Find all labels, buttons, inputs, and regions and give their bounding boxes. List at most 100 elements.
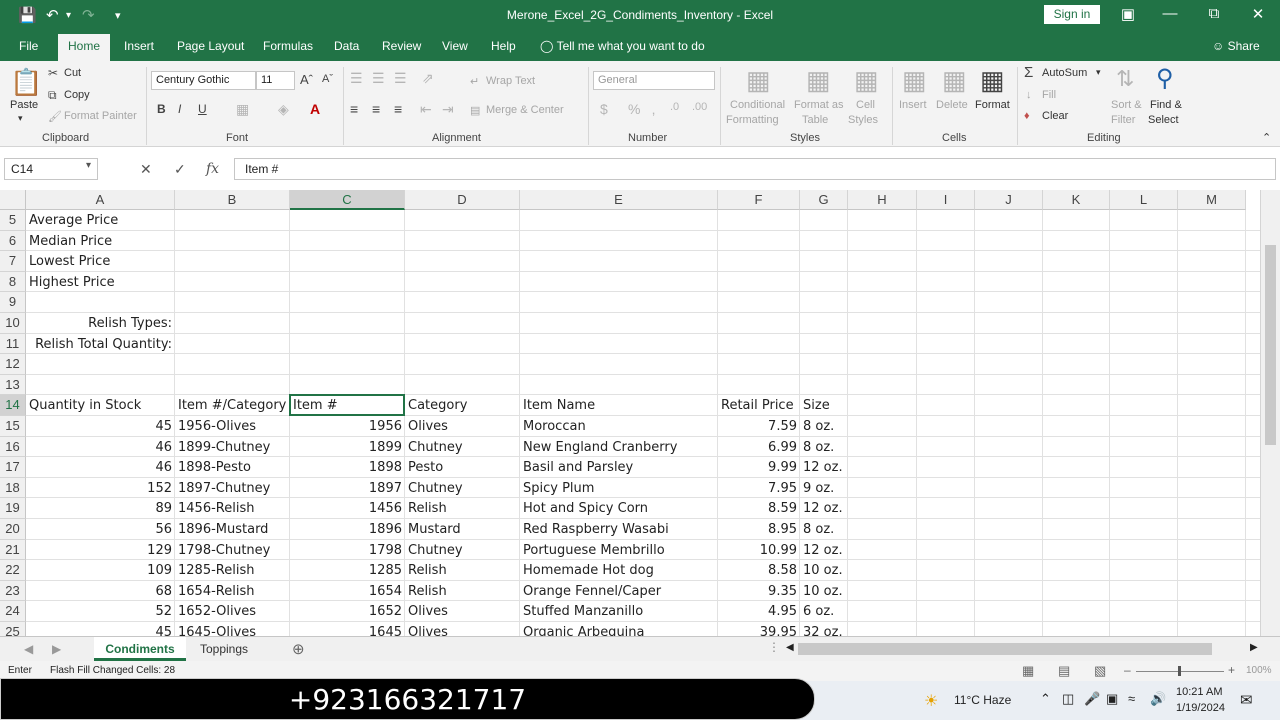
cell-g18[interactable]: 9 oz. bbox=[800, 478, 848, 498]
zoom-slider-handle[interactable] bbox=[1178, 666, 1181, 676]
row-header-22[interactable]: 22 bbox=[0, 560, 26, 581]
column-header-c[interactable]: C bbox=[290, 190, 405, 210]
cell-d16[interactable]: Chutney bbox=[405, 437, 520, 457]
row-header-10[interactable]: 10 bbox=[0, 313, 26, 334]
cell-b24[interactable]: 1652-Olives bbox=[175, 601, 290, 621]
cell-f16[interactable]: 6.99 bbox=[718, 437, 800, 457]
paste-dropdown-icon[interactable]: ▾ bbox=[18, 113, 23, 124]
cell-g22[interactable]: 10 oz. bbox=[800, 560, 848, 580]
cell-g21[interactable]: 12 oz. bbox=[800, 540, 848, 560]
cell-f15[interactable]: 7.59 bbox=[718, 416, 800, 436]
cell-g24[interactable]: 6 oz. bbox=[800, 601, 848, 621]
cell-b19[interactable]: 1456-Relish bbox=[175, 498, 290, 518]
sign-in-button[interactable]: Sign in bbox=[1044, 5, 1100, 24]
row-header-7[interactable]: 7 bbox=[0, 251, 26, 272]
copy-icon[interactable]: ⧉ bbox=[48, 88, 57, 103]
cell-f18[interactable]: 7.95 bbox=[718, 478, 800, 498]
cell-d19[interactable]: Relish bbox=[405, 498, 520, 518]
horizontal-scroll-thumb[interactable] bbox=[798, 643, 1212, 655]
row-header-14[interactable]: 14 bbox=[0, 395, 26, 416]
tell-me-search[interactable]: ◯ Tell me what you want to do bbox=[540, 39, 705, 53]
cell-b21[interactable]: 1798-Chutney bbox=[175, 540, 290, 560]
row-header-15[interactable]: 15 bbox=[0, 416, 26, 437]
cell-c17[interactable]: 1898 bbox=[290, 457, 405, 477]
cell-a22[interactable]: 109 bbox=[26, 560, 175, 580]
name-box[interactable]: C14 bbox=[4, 158, 98, 180]
cell-e16[interactable]: New England Cranberry bbox=[520, 437, 718, 457]
cell-a14[interactable]: Quantity in Stock bbox=[26, 395, 175, 415]
new-sheet-icon[interactable]: ⊕ bbox=[292, 640, 305, 658]
cell-a10[interactable]: Relish Types: bbox=[26, 313, 175, 333]
font-size-select[interactable]: 11 bbox=[256, 71, 295, 90]
device-icon[interactable]: ◫ bbox=[1062, 691, 1074, 707]
cell-d18[interactable]: Chutney bbox=[405, 478, 520, 498]
fill-color-icon[interactable]: ◈ bbox=[278, 101, 289, 118]
tab-page-layout[interactable]: Page Layout bbox=[177, 39, 244, 53]
row-header-19[interactable]: 19 bbox=[0, 498, 26, 519]
cell-e24[interactable]: Stuffed Manzanillo bbox=[520, 601, 718, 621]
format-painter-button[interactable]: Format Painter bbox=[64, 110, 137, 122]
cell-b14[interactable]: Item #/Category bbox=[175, 395, 290, 415]
cell-d20[interactable]: Mustard bbox=[405, 519, 520, 539]
scroll-sheets-left-icon[interactable]: ◀ bbox=[24, 642, 33, 656]
close-icon[interactable]: ✕ bbox=[1248, 5, 1268, 23]
decrease-indent-icon[interactable]: ⇤ bbox=[420, 101, 432, 118]
cell-e21[interactable]: Portuguese Membrillo bbox=[520, 540, 718, 560]
cell-e18[interactable]: Spicy Plum bbox=[520, 478, 718, 498]
sheet-tab-condiments[interactable]: Condiments bbox=[94, 637, 186, 661]
conditional-formatting-icon[interactable]: ▦ bbox=[746, 65, 771, 96]
format-painter-icon[interactable]: 🖌 bbox=[48, 110, 62, 123]
decrease-decimal-icon[interactable]: .00 bbox=[692, 101, 707, 113]
row-header-18[interactable]: 18 bbox=[0, 477, 26, 499]
cell-a20[interactable]: 56 bbox=[26, 519, 175, 539]
cell-styles-label-2[interactable]: Styles bbox=[848, 114, 878, 126]
comma-style-icon[interactable]: ‚ bbox=[652, 101, 655, 117]
cell-a8[interactable]: Highest Price bbox=[26, 272, 175, 292]
tab-help[interactable]: Help bbox=[491, 39, 516, 53]
cell-f25[interactable]: 39.95 bbox=[718, 622, 800, 636]
cell-c21[interactable]: 1798 bbox=[290, 540, 405, 560]
row-header-23[interactable]: 23 bbox=[0, 580, 26, 602]
tab-file[interactable]: File bbox=[19, 39, 38, 53]
row-header-5[interactable]: 5 bbox=[0, 210, 26, 231]
top-align-icon[interactable]: ☰ bbox=[350, 70, 363, 87]
increase-indent-icon[interactable]: ⇥ bbox=[442, 101, 454, 118]
row-header-13[interactable]: 13 bbox=[0, 374, 26, 396]
row-header-21[interactable]: 21 bbox=[0, 539, 26, 561]
cell-c20[interactable]: 1896 bbox=[290, 519, 405, 539]
italic-icon[interactable]: I bbox=[178, 102, 181, 116]
column-header-h[interactable]: H bbox=[848, 190, 917, 210]
autosum-dropdown-icon[interactable]: ▾ bbox=[1096, 67, 1101, 78]
cell-a5[interactable]: Average Price bbox=[26, 210, 175, 230]
cell-a19[interactable]: 89 bbox=[26, 498, 175, 518]
cell-d23[interactable]: Relish bbox=[405, 581, 520, 601]
cell-e25[interactable]: Organic Arbequina bbox=[520, 622, 718, 636]
cell-e20[interactable]: Red Raspberry Wasabi bbox=[520, 519, 718, 539]
sheet-tab-toppings[interactable]: Toppings bbox=[188, 637, 260, 661]
cell-f20[interactable]: 8.95 bbox=[718, 519, 800, 539]
tab-view[interactable]: View bbox=[442, 39, 468, 53]
formula-input[interactable]: Item # bbox=[234, 158, 1276, 180]
cell-f22[interactable]: 8.58 bbox=[718, 560, 800, 580]
sort-filter-label[interactable]: Sort & bbox=[1111, 99, 1142, 111]
cell-b16[interactable]: 1899-Chutney bbox=[175, 437, 290, 457]
format-as-table-label-2[interactable]: Table bbox=[802, 114, 828, 126]
row-header-11[interactable]: 11 bbox=[0, 333, 26, 355]
zoom-out-icon[interactable]: – bbox=[1124, 663, 1131, 677]
wrap-text-button[interactable]: Wrap Text bbox=[486, 75, 535, 87]
restore-icon[interactable]: ⧉ bbox=[1204, 5, 1224, 22]
increase-font-icon[interactable]: Aˆ bbox=[300, 72, 313, 87]
copy-button[interactable]: Copy bbox=[64, 89, 90, 101]
vertical-scroll-thumb[interactable] bbox=[1265, 245, 1276, 445]
find-select-label[interactable]: Find & bbox=[1150, 99, 1182, 111]
select-all-corner[interactable] bbox=[0, 190, 26, 210]
cell-c19[interactable]: 1456 bbox=[290, 498, 405, 518]
split-handle-icon[interactable]: ⋮ bbox=[768, 640, 780, 654]
cell-f17[interactable]: 9.99 bbox=[718, 457, 800, 477]
delete-cells-button[interactable]: Delete bbox=[936, 99, 968, 111]
row-header-25[interactable]: 25 bbox=[0, 622, 26, 636]
row-header-12[interactable]: 12 bbox=[0, 354, 26, 375]
cell-styles-icon[interactable]: ▦ bbox=[854, 65, 879, 96]
column-header-g[interactable]: G bbox=[800, 190, 848, 210]
cell-a16[interactable]: 46 bbox=[26, 437, 175, 457]
